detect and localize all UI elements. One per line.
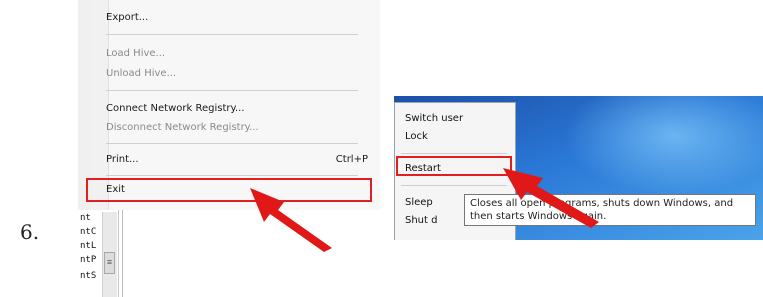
tree-item[interactable]: ntS xyxy=(80,272,96,281)
tree-scrollbar[interactable]: ≡ xyxy=(102,212,117,297)
menu-item-switch-user[interactable]: Switch user xyxy=(405,113,463,124)
menu-item-shut-down[interactable]: Shut d xyxy=(405,215,437,226)
menu-separator xyxy=(106,34,358,35)
menu-item-disconnect-network-registry: Disconnect Network Registry... xyxy=(106,122,259,133)
menu-separator xyxy=(401,153,507,154)
tree-item[interactable]: ntC xyxy=(80,228,96,237)
pane-divider xyxy=(122,210,123,297)
menu-item-sleep[interactable]: Sleep xyxy=(405,197,433,208)
print-shortcut: Ctrl+P xyxy=(335,154,368,165)
step-number: 6. xyxy=(20,220,40,244)
red-arrow-icon xyxy=(503,168,599,228)
menu-item-load-hive: Load Hive... xyxy=(106,48,166,59)
menu-separator xyxy=(106,90,358,91)
tree-item[interactable]: nt xyxy=(80,214,91,223)
menu-item-unload-hive: Unload Hive... xyxy=(106,68,177,79)
menu-item-export[interactable]: Export... xyxy=(106,12,148,23)
tree-item[interactable]: ntL xyxy=(80,242,96,251)
menu-item-connect-network-registry[interactable]: Connect Network Registry... xyxy=(106,103,245,114)
scrollbar-thumb[interactable]: ≡ xyxy=(104,252,115,274)
menu-separator xyxy=(106,175,358,176)
menu-separator xyxy=(401,185,507,186)
red-arrow-icon xyxy=(250,188,332,252)
tree-item[interactable]: ntP xyxy=(80,256,96,265)
menu-separator xyxy=(106,143,358,144)
menu-item-print[interactable]: Print... xyxy=(106,154,139,165)
menu-item-lock[interactable]: Lock xyxy=(405,131,428,142)
